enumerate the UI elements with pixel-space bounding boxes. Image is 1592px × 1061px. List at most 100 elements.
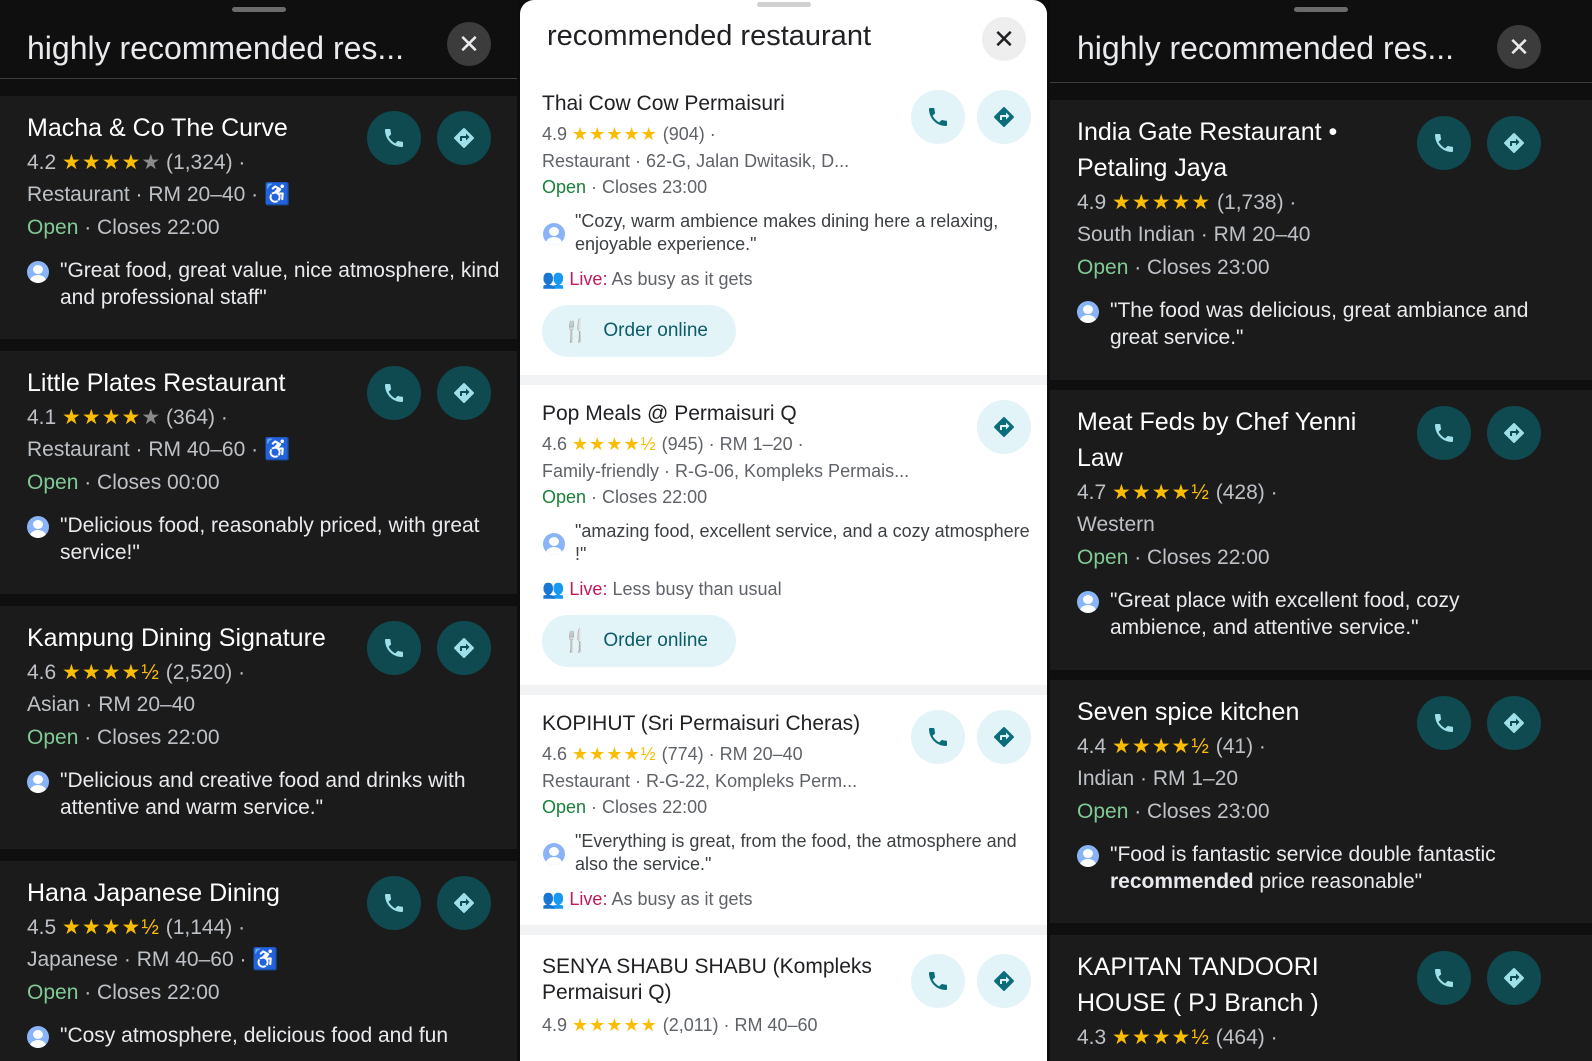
place-name[interactable]: India Gate Restaurant • [1077, 114, 1337, 150]
star-icons: ★★★★ [62, 151, 142, 174]
review-snippet: "Cozy, warm ambience makes dining here a… [575, 211, 999, 254]
hours-line: Open · Closes 22:00 [542, 487, 707, 508]
hours-line: Open · Closes 23:00 [1077, 800, 1270, 824]
close-button[interactable]: ✕ [982, 17, 1026, 61]
star-icons: ★★★★½ [62, 916, 160, 939]
star-icons: ★★★★★ [572, 1015, 658, 1035]
review-text: "Food is fantastic service double fantas… [1110, 843, 1496, 866]
directions-icon [1504, 423, 1524, 443]
result-card[interactable]: Thai Cow Cow Permaisuri 4.9 ★★★★★ (904) … [520, 80, 1047, 385]
category-line: Restaurant · R-G-22, Kompleks Perm... [542, 771, 858, 791]
result-card[interactable]: India Gate Restaurant • Petaling Jaya 4.… [1050, 100, 1592, 380]
result-card[interactable]: Hana Japanese Dining 4.5 ★★★★½ (1,144) ·… [0, 861, 517, 1061]
place-name-line2[interactable]: Permaisuri Q) [542, 975, 672, 1011]
call-button[interactable] [911, 954, 965, 1008]
call-button[interactable] [1417, 696, 1471, 750]
category-line: Indian · RM 1–20 [1077, 767, 1239, 790]
right-results-panel: highly recommended res... ✕ India Gate R… [1050, 0, 1592, 1061]
directions-button[interactable] [977, 710, 1031, 764]
open-status: Open [27, 471, 79, 494]
call-button[interactable] [367, 621, 421, 675]
place-name[interactable]: Seven spice kitchen [1077, 694, 1299, 730]
fork-knife-icon: 🍴 [562, 318, 590, 343]
call-button[interactable] [911, 90, 965, 144]
closing-time: · Closes 22:00 [1128, 546, 1270, 569]
order-online-button[interactable]: 🍴 Order online [542, 305, 736, 357]
place-name-line2[interactable]: Petaling Jaya [1077, 150, 1227, 186]
place-name[interactable]: Macha & Co The Curve [27, 110, 288, 146]
call-button[interactable] [1417, 406, 1471, 460]
directions-button[interactable] [437, 111, 491, 165]
directions-button[interactable] [1487, 116, 1541, 170]
directions-button[interactable] [1487, 406, 1541, 460]
call-button[interactable] [911, 710, 965, 764]
review-count: (2,520) · [165, 661, 246, 684]
result-card[interactable]: KAPITAN TANDOORI HOUSE ( PJ Branch ) 4.3… [1050, 935, 1592, 1061]
review-snippet: "Delicious food, reasonably priced, with… [60, 514, 480, 564]
call-button[interactable] [367, 366, 421, 420]
fork-knife-icon: 🍴 [562, 628, 590, 653]
review-snippet: "The food was delicious, great ambiance … [1110, 299, 1529, 349]
place-name[interactable]: Meat Feds by Chef Yenni [1077, 404, 1356, 440]
rating-line: 4.7 ★★★★½ (428) · [1077, 480, 1278, 505]
people-icon: 👥 [542, 579, 570, 599]
result-card[interactable]: Seven spice kitchen 4.4 ★★★★½ (41) · Ind… [1050, 680, 1592, 923]
place-name[interactable]: Hana Japanese Dining [27, 875, 280, 911]
place-name[interactable]: Little Plates Restaurant [27, 365, 285, 401]
avatar-icon [1077, 845, 1099, 867]
directions-button[interactable] [437, 621, 491, 675]
rating-value: 4.5 [27, 916, 57, 939]
place-name[interactable]: KOPIHUT (Sri Permaisuri Cheras) [542, 706, 860, 742]
closing-time: · Closes 23:00 [586, 177, 708, 197]
directions-icon [994, 727, 1014, 747]
result-card[interactable]: Kampung Dining Signature 4.6 ★★★★½ (2,52… [0, 606, 517, 849]
order-online-button[interactable]: 🍴 Order online [542, 615, 736, 667]
directions-button[interactable] [977, 954, 1031, 1008]
place-name[interactable]: KAPITAN TANDOORI [1077, 949, 1319, 985]
live-text: As busy as it gets [607, 269, 753, 289]
hours-line: Open · Closes 22:00 [1077, 546, 1270, 570]
rating-line: 4.3 ★★★★½ (464) · [1077, 1025, 1278, 1050]
avatar-icon [27, 261, 49, 283]
call-button[interactable] [1417, 951, 1471, 1005]
rating-value: 4.4 [1077, 735, 1107, 758]
place-name[interactable]: Thai Cow Cow Permaisuri [542, 86, 785, 122]
category-line: Asian · RM 20–40 [27, 693, 196, 716]
place-name[interactable]: Kampung Dining Signature [27, 620, 326, 656]
directions-button[interactable] [437, 876, 491, 930]
call-button[interactable] [367, 876, 421, 930]
live-text: As busy as it gets [607, 889, 753, 909]
result-card[interactable]: SENYA SHABU SHABU (Kompleks Permaisuri Q… [520, 945, 1047, 1061]
rating-value: 4.6 [542, 744, 568, 764]
rating-value: 4.2 [27, 151, 57, 174]
review-count: (364) · [166, 406, 228, 429]
avatar-icon [543, 533, 565, 555]
directions-button[interactable] [1487, 951, 1541, 1005]
result-card[interactable]: Meat Feds by Chef Yenni Law 4.7 ★★★★½ (4… [1050, 390, 1592, 670]
call-button[interactable] [1417, 116, 1471, 170]
result-card[interactable]: Macha & Co The Curve 4.2 ★★★★★ (1,324) ·… [0, 96, 517, 339]
result-card[interactable]: KOPIHUT (Sri Permaisuri Cheras) 4.6 ★★★★… [520, 700, 1047, 935]
hours-line: Open · Closes 22:00 [27, 726, 220, 750]
rating-line: 4.2 ★★★★★ (1,324) · [27, 150, 245, 175]
call-button[interactable] [367, 111, 421, 165]
directions-button[interactable] [977, 400, 1031, 454]
place-name-line2[interactable]: Law [1077, 440, 1123, 476]
close-button[interactable]: ✕ [1497, 25, 1541, 69]
rating-line: 4.6 ★★★★½ (945) · RM 1–20 · [542, 434, 804, 455]
result-card[interactable]: Little Plates Restaurant 4.1 ★★★★★ (364)… [0, 351, 517, 594]
directions-button[interactable] [977, 90, 1031, 144]
close-button[interactable]: ✕ [447, 22, 491, 66]
place-name[interactable]: Pop Meals @ Permaisuri Q [542, 396, 797, 432]
live-text: Less busy than usual [607, 579, 782, 599]
directions-button[interactable] [1487, 696, 1541, 750]
category-price: Japanese · RM 40–60 · [27, 948, 247, 971]
people-icon: 👥 [542, 269, 570, 289]
avatar-icon [1077, 591, 1099, 613]
directions-icon [1504, 968, 1524, 988]
place-name-line2[interactable]: HOUSE ( PJ Branch ) [1077, 985, 1319, 1021]
directions-button[interactable] [437, 366, 491, 420]
left-results-panel: highly recommended res... ✕ Macha & Co T… [0, 0, 517, 1061]
phone-icon [929, 108, 947, 126]
result-card[interactable]: Pop Meals @ Permaisuri Q 4.6 ★★★★½ (945)… [520, 390, 1047, 695]
